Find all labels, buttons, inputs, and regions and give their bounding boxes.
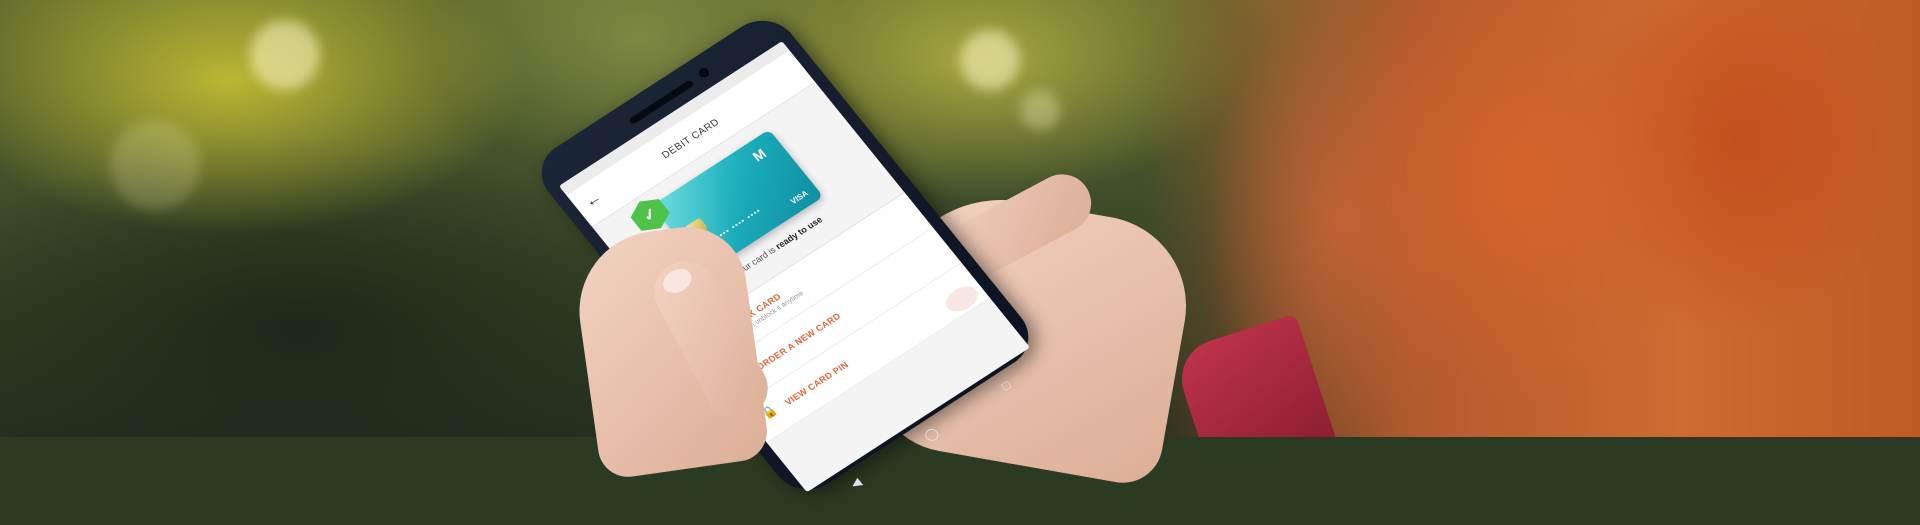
back-arrow-icon[interactable]: ← <box>581 189 606 212</box>
nav-home-icon[interactable]: ◯ <box>921 425 941 443</box>
nav-back-icon[interactable]: ◀ <box>848 475 865 491</box>
bank-logo-icon: M <box>749 145 770 165</box>
thumb-nail <box>658 264 696 298</box>
bokeh-light <box>1020 90 1060 130</box>
card-network-logo: VISA <box>788 188 811 206</box>
bokeh-light <box>960 30 1020 90</box>
nav-recents-icon[interactable]: □ <box>999 378 1014 393</box>
bokeh-light <box>110 120 200 210</box>
bokeh-light <box>250 20 320 90</box>
